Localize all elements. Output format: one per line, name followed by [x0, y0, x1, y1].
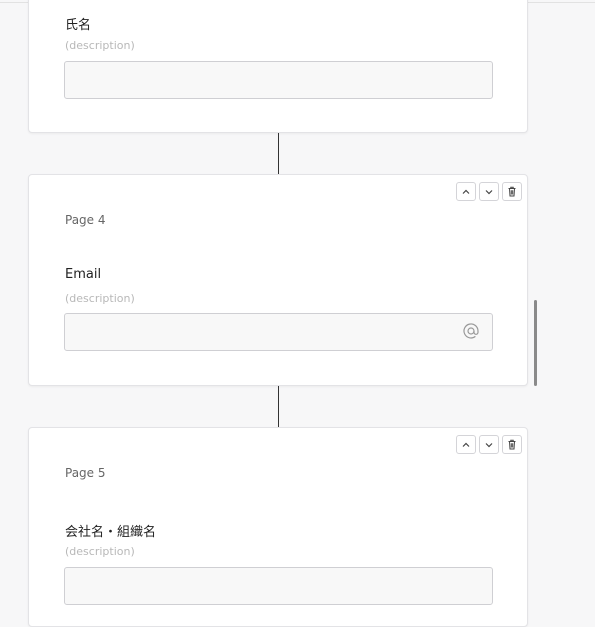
card-controls: [456, 435, 522, 454]
delete-button[interactable]: [502, 182, 522, 201]
field-label-name: 氏名: [65, 18, 92, 33]
page-label: Page 4: [65, 213, 106, 227]
chevron-up-icon: [462, 189, 470, 194]
trash-icon: [508, 186, 516, 197]
move-up-button[interactable]: [456, 182, 476, 201]
chevron-down-icon: [485, 189, 493, 194]
form-card-email: Page 4 Email (description): [28, 174, 528, 386]
email-input[interactable]: [64, 313, 493, 351]
form-card-name: 氏名 (description): [28, 0, 528, 133]
move-down-button[interactable]: [479, 435, 499, 454]
move-up-button[interactable]: [456, 435, 476, 454]
field-label-email: Email: [65, 267, 102, 282]
move-down-button[interactable]: [479, 182, 499, 201]
trash-icon: [508, 439, 516, 450]
vertical-scrollbar-thumb[interactable]: [534, 300, 537, 386]
card-controls: [456, 182, 522, 201]
chevron-down-icon: [485, 442, 493, 447]
chevron-up-icon: [462, 442, 470, 447]
at-icon: [463, 323, 479, 339]
field-description: (description): [65, 39, 135, 52]
field-description: (description): [65, 292, 135, 305]
name-input[interactable]: [64, 61, 493, 99]
delete-button[interactable]: [502, 435, 522, 454]
field-description: (description): [65, 545, 135, 558]
page-connector-line: [278, 133, 279, 174]
page-connector-line: [278, 386, 279, 427]
company-input[interactable]: [64, 567, 493, 605]
form-card-company: Page 5 会社名・組織名 (description): [28, 427, 528, 627]
page-label: Page 5: [65, 466, 106, 480]
field-label-company: 会社名・組織名: [65, 525, 157, 540]
